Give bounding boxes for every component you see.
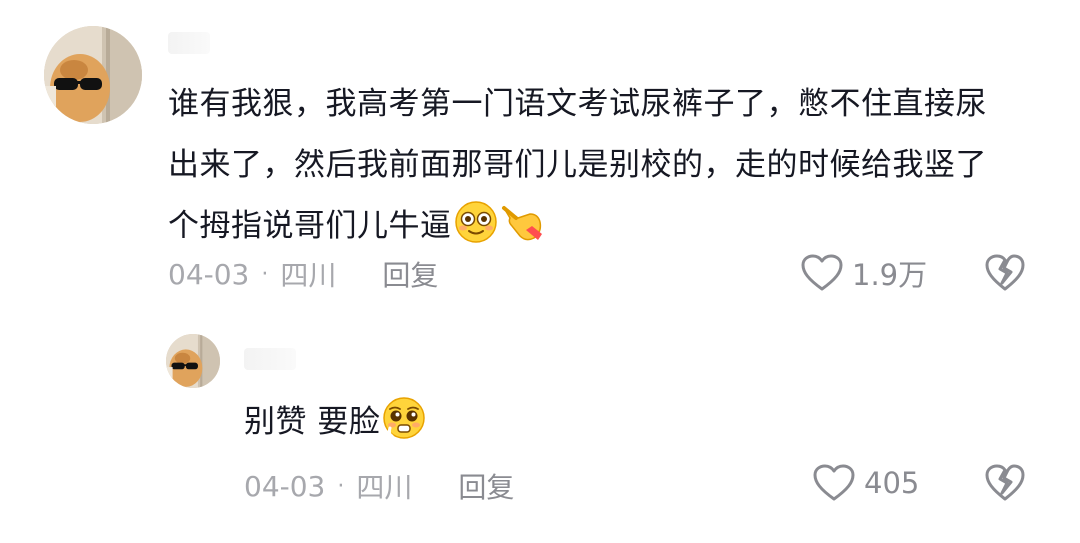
username-blurred[interactable] [244,348,296,370]
meta-separator: · [337,473,345,499]
comment-meta: 04-03 · 四川 回复 [168,254,438,294]
comment-text: 谁有我狠，我高考第一门语文考试尿裤子了，憋不住直接尿出来了，然后我前面那哥们儿是… [168,74,1018,257]
avatar[interactable] [166,334,220,388]
reply-button[interactable]: 回复 [382,254,438,294]
comment-meta: 04-03 · 四川 回复 [244,466,514,506]
like-button[interactable]: 1.9万 [800,252,927,294]
comment-date: 04-03 [168,257,250,291]
like-button[interactable]: 405 [812,463,919,503]
pleading-face-icon [383,397,426,439]
heart-icon [813,464,855,501]
meta-separator: · [261,261,269,287]
username-blurred[interactable] [168,32,210,54]
avatar[interactable] [44,26,142,124]
like-count: 405 [864,466,920,500]
reply-comment: 别赞 要脸 04-03 · 四川 回复 405 [0,300,1080,543]
comment-text-content: 别赞 要脸 [244,404,381,440]
comment: 谁有我狠，我高考第一门语文考试尿裤子了，憋不住直接尿出来了，然后我前面那哥们儿是… [0,0,1080,300]
comment-location: 四川 [356,471,413,504]
heart-icon [801,254,843,291]
broken-heart-icon [985,464,1025,501]
comment-date: 04-03 [244,469,326,503]
comment-location: 四川 [280,259,337,292]
avatar-image [166,334,220,388]
avatar-image [44,26,142,124]
dislike-button[interactable] [984,463,1026,503]
like-count: 1.9万 [852,258,928,292]
reply-button[interactable]: 回复 [458,466,514,506]
flushed-face-icon [454,201,497,243]
pointing-hand-icon [501,206,542,241]
comment-text: 别赞 要脸 [244,392,944,453]
broken-heart-icon [985,254,1025,291]
comment-text-content: 谁有我狠，我高考第一门语文考试尿裤子了，憋不住直接尿出来了，然后我前面那哥们儿是… [168,86,987,244]
dislike-button[interactable] [984,253,1026,293]
